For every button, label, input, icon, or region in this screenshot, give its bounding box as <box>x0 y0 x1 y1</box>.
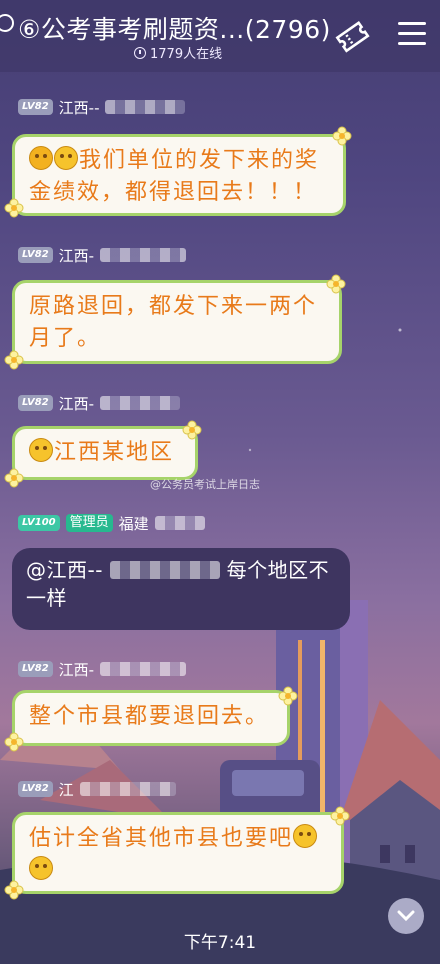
chevron-down-icon <box>397 910 415 922</box>
scroll-to-bottom-button[interactable] <box>388 898 424 934</box>
message-text: 原路退回，都发下来一两个月了。 <box>29 294 318 351</box>
level-badge: LV82 <box>18 247 53 263</box>
sad-face-emoji-icon <box>29 146 53 170</box>
flower-icon <box>278 686 298 706</box>
flower-icon <box>4 732 24 752</box>
clock-icon <box>134 46 146 59</box>
online-count: 1779人在线 <box>134 43 222 62</box>
level-badge: LV82 <box>18 395 53 411</box>
sender-name[interactable]: 江西- <box>59 245 94 266</box>
chat-header: ⑥公考事考刷题资...(2796) 1779人在线 <box>0 0 440 72</box>
group-title[interactable]: ⑥公考事考刷题资...(2796) <box>18 10 331 46</box>
level-badge: LV100 <box>18 515 60 531</box>
message-text: 江西某地区 <box>54 440 175 465</box>
hamburger-icon[interactable] <box>398 22 426 46</box>
blurred-name <box>154 516 205 530</box>
sender-name[interactable]: 江西-- <box>59 97 100 118</box>
message-bubble[interactable]: 原路退回，都发下来一两个月了。 <box>12 280 342 364</box>
message-bubble[interactable]: 江西某地区 <box>12 426 198 480</box>
message-text: 估计全省其他市县也要吧 <box>29 826 294 851</box>
sweat-face-emoji-icon <box>293 824 318 848</box>
blurred-mention <box>109 561 220 579</box>
smile-emoji-icon <box>54 146 78 170</box>
flower-icon <box>4 880 24 900</box>
timestamp: 下午7:41 <box>183 933 257 953</box>
blurred-name <box>100 248 187 262</box>
ticket-icon[interactable] <box>334 18 370 54</box>
message-bubble[interactable]: @江西-- 每个地区不一样 <box>12 548 350 630</box>
admin-role-badge: 管理员 <box>65 514 113 532</box>
watermark: @公务员考试上岸日志 <box>150 478 260 491</box>
smile-emoji-icon <box>29 438 53 462</box>
flower-icon <box>330 806 350 826</box>
sender-name[interactable]: 江西- <box>59 393 94 414</box>
level-badge: LV82 <box>18 781 53 797</box>
level-badge: LV82 <box>18 99 53 115</box>
level-badge: LV82 <box>18 661 53 677</box>
mention-text[interactable]: @江西-- <box>26 558 103 582</box>
flower-icon <box>182 420 202 440</box>
blurred-name <box>79 782 176 796</box>
flower-icon <box>4 350 24 370</box>
sender-name[interactable]: 江西- <box>59 659 94 680</box>
message-bubble[interactable]: 我们单位的发下来的奖金绩效，都得退回去！！！ <box>12 134 346 216</box>
sweat-face-emoji-icon <box>29 856 53 880</box>
message-text: 整个市县都要退回去。 <box>29 704 270 729</box>
flower-icon <box>4 468 24 488</box>
online-count-text: 1779人在线 <box>150 47 223 62</box>
flower-icon <box>332 126 352 146</box>
blurred-name <box>100 662 187 676</box>
flower-icon <box>4 198 24 218</box>
flower-icon <box>326 274 346 294</box>
blurred-name <box>105 100 186 114</box>
back-icon[interactable] <box>0 14 14 32</box>
message-bubble[interactable]: 估计全省其他市县也要吧 <box>12 812 344 894</box>
sender-name[interactable]: 江 <box>59 779 74 800</box>
sender-name[interactable]: 福建 <box>119 513 149 534</box>
blurred-name <box>100 396 181 410</box>
message-bubble[interactable]: 整个市县都要退回去。 <box>12 690 290 746</box>
